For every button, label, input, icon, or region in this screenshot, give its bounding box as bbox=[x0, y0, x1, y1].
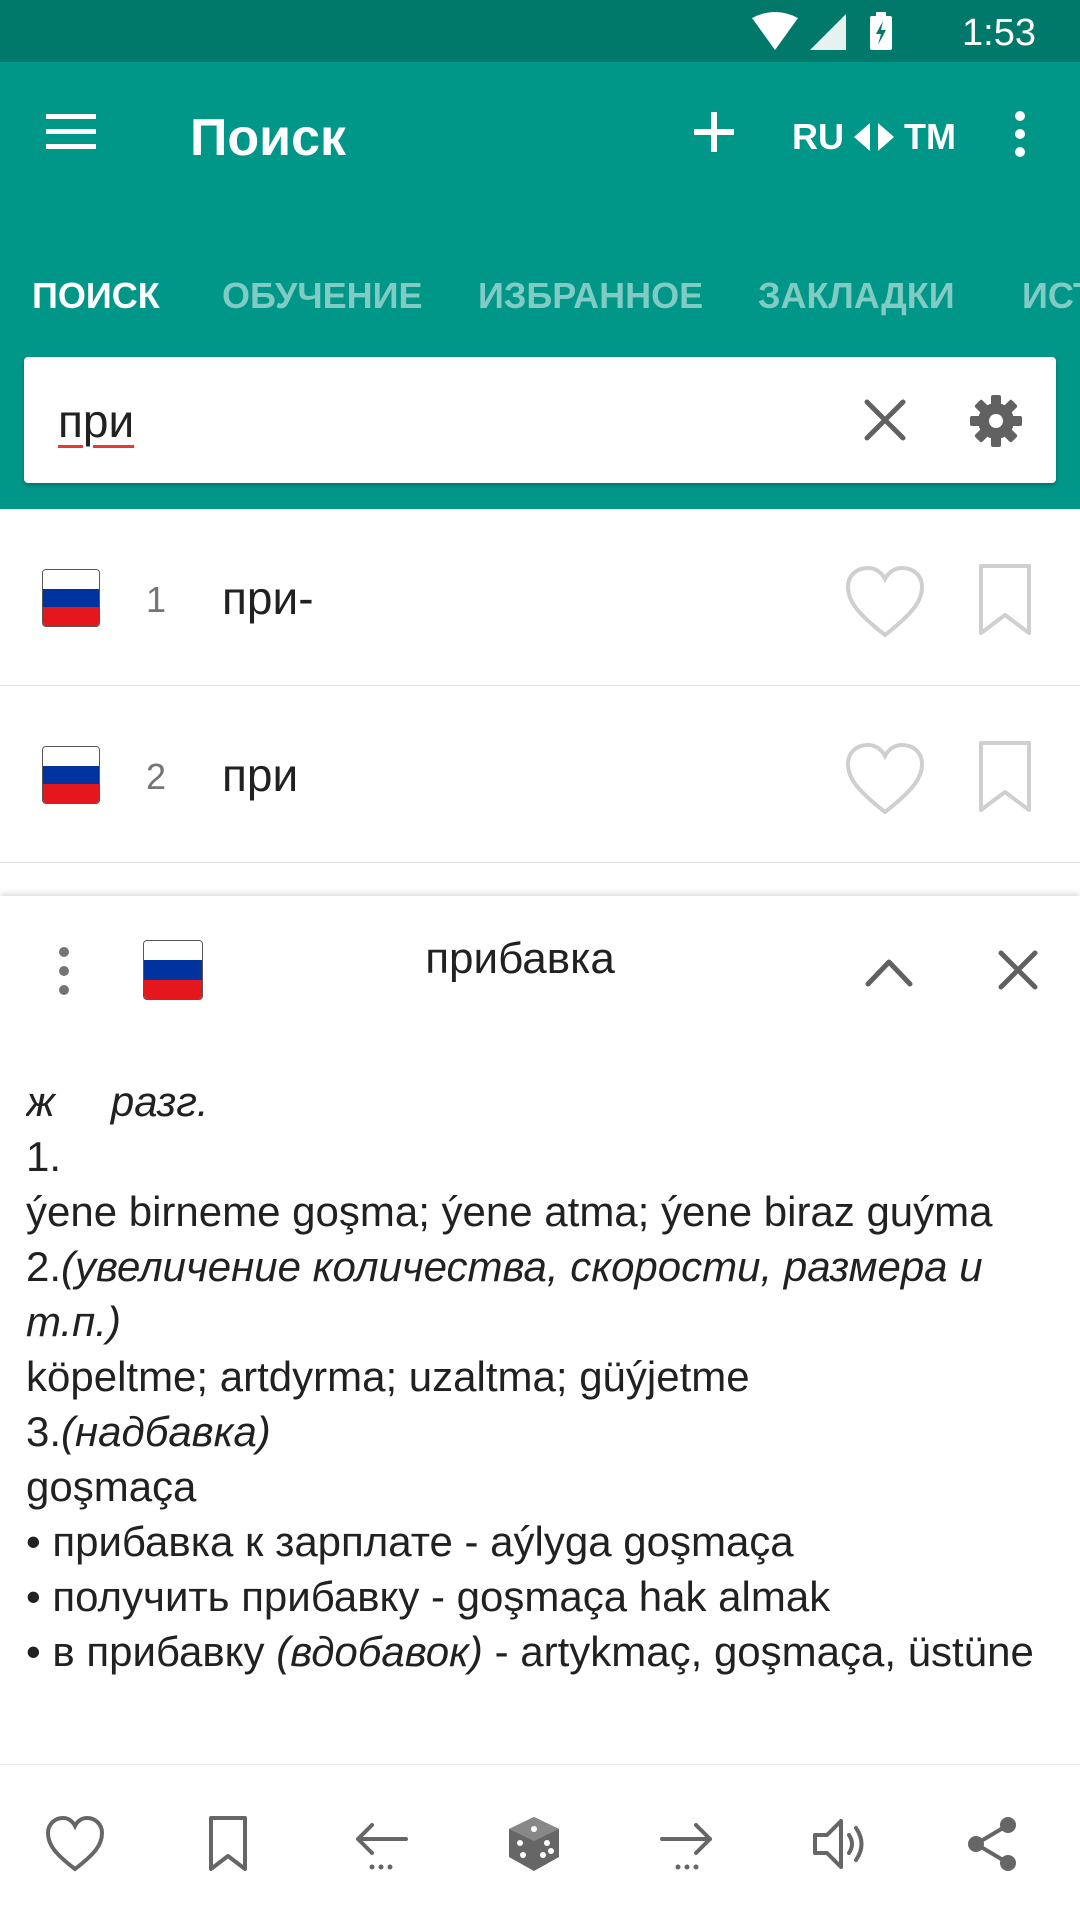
bookmark-button[interactable] bbox=[977, 740, 1033, 814]
heart-icon bbox=[45, 1815, 105, 1872]
favorite-button[interactable] bbox=[845, 565, 925, 639]
entry-article: ж разг. 1. ýene birneme goşma; ýene atma;… bbox=[26, 1074, 1066, 1764]
battery-charging-icon bbox=[870, 12, 892, 50]
pronounce-button[interactable] bbox=[809, 1813, 871, 1875]
search-settings-button[interactable] bbox=[968, 393, 1024, 449]
status-time: 1:53 bbox=[962, 12, 1036, 54]
page-title: Поиск bbox=[190, 109, 347, 167]
add-button[interactable] bbox=[690, 108, 738, 156]
example-line: • в прибавку (вдобавок) - artykmaç, goşm… bbox=[26, 1624, 1066, 1679]
heart-icon bbox=[845, 742, 925, 815]
gram-gender: ж bbox=[26, 1078, 55, 1125]
result-number: 2 bbox=[146, 756, 167, 797]
plus-icon bbox=[694, 112, 734, 152]
favorite-entry-button[interactable] bbox=[44, 1813, 106, 1875]
language-switch-button[interactable]: RU TM bbox=[792, 116, 956, 158]
bookmark-icon bbox=[979, 564, 1031, 635]
tab-learning[interactable]: ОБУЧЕНИЕ bbox=[222, 275, 423, 317]
menu-button[interactable] bbox=[46, 112, 98, 152]
gear-icon bbox=[970, 395, 1022, 447]
bookmark-entry-button[interactable] bbox=[197, 1813, 259, 1875]
sense-number: 3. bbox=[26, 1408, 62, 1455]
list-item[interactable]: 1 при- bbox=[0, 509, 1080, 686]
tab-bar: ПОИСК ОБУЧЕНИЕ ИЗБРАННОЕ ЗАКЛАДКИ ИСТ bbox=[0, 257, 1080, 337]
menu-icon bbox=[46, 114, 96, 149]
sense-header: 3.(надбавка) bbox=[26, 1404, 1066, 1459]
tab-favorites[interactable]: ИЗБРАННОЕ bbox=[478, 275, 703, 317]
status-icons bbox=[750, 12, 930, 52]
search-input[interactable] bbox=[56, 393, 820, 449]
tab-history[interactable]: ИСТ bbox=[1022, 275, 1080, 317]
result-word: при- bbox=[222, 572, 314, 624]
close-icon bbox=[998, 950, 1038, 990]
sense-translation: goşmaça bbox=[26, 1463, 197, 1510]
more-vertical-icon bbox=[1015, 111, 1025, 157]
sense-translation: ýene birneme goşma; ýene atma; ýene bira… bbox=[26, 1188, 993, 1235]
wifi-icon bbox=[752, 12, 798, 50]
grammar-line: ж разг. bbox=[26, 1074, 1066, 1129]
random-entry-button[interactable] bbox=[503, 1813, 565, 1875]
chevron-up-icon bbox=[865, 959, 913, 987]
gram-register: разг. bbox=[110, 1078, 209, 1125]
forward-arrow-icon bbox=[660, 1823, 712, 1870]
close-icon bbox=[864, 399, 906, 441]
sense-comment: (увеличение количества, скорости, размер… bbox=[26, 1243, 983, 1345]
expand-panel-button[interactable] bbox=[864, 952, 914, 992]
russia-flag-icon bbox=[42, 746, 100, 804]
example-line: • получить прибавку - goşmaça hak almak bbox=[26, 1573, 831, 1620]
result-word: при bbox=[222, 749, 299, 801]
sense-number: 1. bbox=[26, 1133, 62, 1180]
bookmark-icon bbox=[209, 1816, 247, 1871]
lang-from: RU bbox=[792, 116, 844, 157]
results-list: 1 при- 2 при bbox=[0, 509, 1080, 863]
search-card bbox=[24, 357, 1056, 483]
bottom-toolbar bbox=[0, 1764, 1080, 1921]
app-bar: Поиск RU TM ПОИСК ОБУЧЕНИЕ ИЗБРАННОЕ ЗАК… bbox=[0, 62, 1080, 337]
clear-search-button[interactable] bbox=[862, 397, 908, 443]
share-button[interactable] bbox=[962, 1813, 1024, 1875]
entry-more-button[interactable] bbox=[52, 946, 76, 996]
next-entry-button[interactable] bbox=[656, 1813, 718, 1875]
example-text: - artykmaç, goşmaça, üstüne bbox=[482, 1628, 1034, 1675]
example-line: • прибавка к зарплате - aýlyga goşmaça bbox=[26, 1518, 794, 1565]
sense-header: 2.(увеличение количества, скорости, разм… bbox=[26, 1239, 1066, 1349]
tab-bookmarks[interactable]: ЗАКЛАДКИ bbox=[758, 275, 955, 317]
example-comment: (вдобавок) bbox=[276, 1628, 483, 1675]
previous-entry-button[interactable] bbox=[350, 1813, 412, 1875]
result-number: 1 bbox=[146, 579, 167, 620]
speaker-icon bbox=[813, 1819, 864, 1869]
example-text: • в прибавку bbox=[26, 1628, 277, 1675]
favorite-button[interactable] bbox=[845, 742, 925, 816]
russia-flag-icon bbox=[143, 940, 203, 1000]
status-bar: 1:53 bbox=[0, 0, 1080, 62]
bookmark-button[interactable] bbox=[977, 563, 1033, 637]
more-vertical-icon bbox=[59, 947, 69, 995]
bookmark-icon bbox=[979, 741, 1031, 812]
dice-icon bbox=[509, 1817, 559, 1871]
close-panel-button[interactable] bbox=[996, 948, 1040, 992]
russia-flag-icon bbox=[42, 569, 100, 627]
entry-headword: прибавка bbox=[425, 934, 615, 983]
search-area bbox=[0, 337, 1080, 509]
sense-comment: (надбавка) bbox=[61, 1408, 271, 1455]
swap-arrows-icon bbox=[854, 123, 894, 151]
heart-icon bbox=[845, 565, 925, 638]
lang-to: TM bbox=[904, 116, 956, 157]
more-button[interactable] bbox=[1008, 110, 1032, 158]
list-item[interactable]: 2 при bbox=[0, 686, 1080, 863]
entry-panel: прибавка ж разг. 1. ýene birneme goşma; ý… bbox=[0, 896, 1080, 1764]
back-arrow-icon bbox=[356, 1823, 408, 1870]
sense-translation: köpeltme; artdyrma; uzaltma; güýjetme bbox=[26, 1353, 750, 1400]
share-icon bbox=[968, 1817, 1016, 1871]
signal-icon bbox=[810, 14, 846, 50]
tab-search[interactable]: ПОИСК bbox=[32, 275, 160, 317]
sense-number: 2. bbox=[26, 1243, 62, 1290]
